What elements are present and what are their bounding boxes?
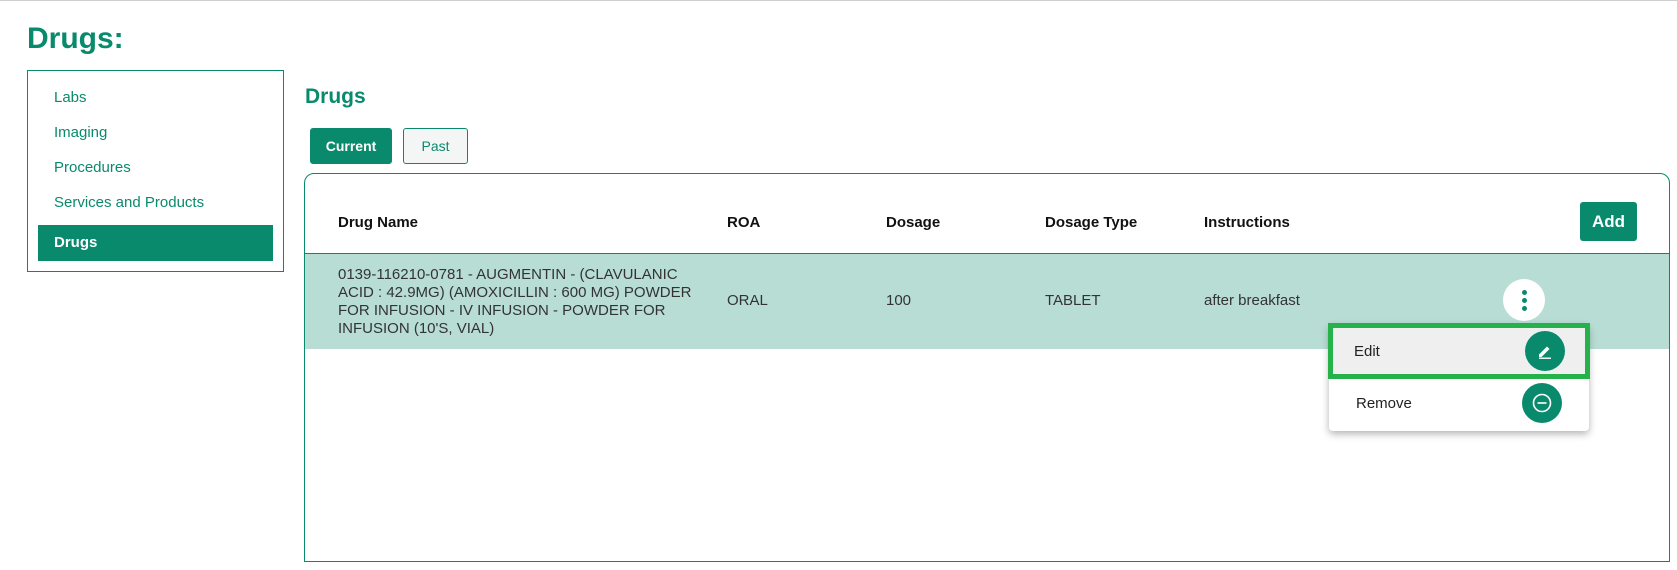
pencil-icon[interactable] bbox=[1525, 331, 1565, 371]
sidebar-item-drugs[interactable]: Drugs bbox=[38, 225, 273, 261]
minus-circle-icon[interactable] bbox=[1522, 383, 1562, 423]
row-actions-menu: Edit Remove bbox=[1328, 323, 1590, 431]
sidebar-item-procedures[interactable]: Procedures bbox=[38, 150, 273, 186]
sidebar-item-services-and-products[interactable]: Services and Products bbox=[38, 185, 273, 221]
kebab-icon[interactable] bbox=[1503, 279, 1545, 321]
menu-edit-label: Edit bbox=[1354, 343, 1380, 360]
header-instructions: Instructions bbox=[1204, 214, 1290, 231]
section-title: Drugs bbox=[305, 85, 366, 108]
top-divider bbox=[0, 0, 1677, 1]
menu-remove-label: Remove bbox=[1356, 395, 1412, 412]
cell-instructions: after breakfast bbox=[1204, 292, 1300, 309]
header-roa: ROA bbox=[727, 214, 761, 231]
sidebar-item-imaging[interactable]: Imaging bbox=[38, 115, 273, 151]
cell-drug-name: 0139-116210-0781 - AUGMENTIN - (CLAVULAN… bbox=[338, 266, 692, 337]
cell-roa: ORAL bbox=[727, 292, 768, 309]
tab-past[interactable]: Past bbox=[403, 128, 468, 164]
menu-item-edit[interactable]: Edit bbox=[1328, 323, 1590, 379]
sidebar: Labs Imaging Procedures Services and Pro… bbox=[27, 70, 284, 272]
sidebar-item-labs[interactable]: Labs bbox=[38, 80, 273, 116]
add-button[interactable]: Add bbox=[1580, 202, 1637, 241]
cell-dosage: 100 bbox=[886, 292, 912, 309]
menu-item-remove[interactable]: Remove bbox=[1329, 378, 1589, 430]
header-drug-name: Drug Name bbox=[338, 214, 419, 231]
header-dosage-type: Dosage Type bbox=[1045, 214, 1138, 231]
header-dosage: Dosage bbox=[886, 214, 941, 231]
page-title: Drugs: bbox=[27, 22, 124, 55]
cell-dosage-type: TABLET bbox=[1045, 292, 1101, 309]
tab-current[interactable]: Current bbox=[310, 128, 392, 164]
